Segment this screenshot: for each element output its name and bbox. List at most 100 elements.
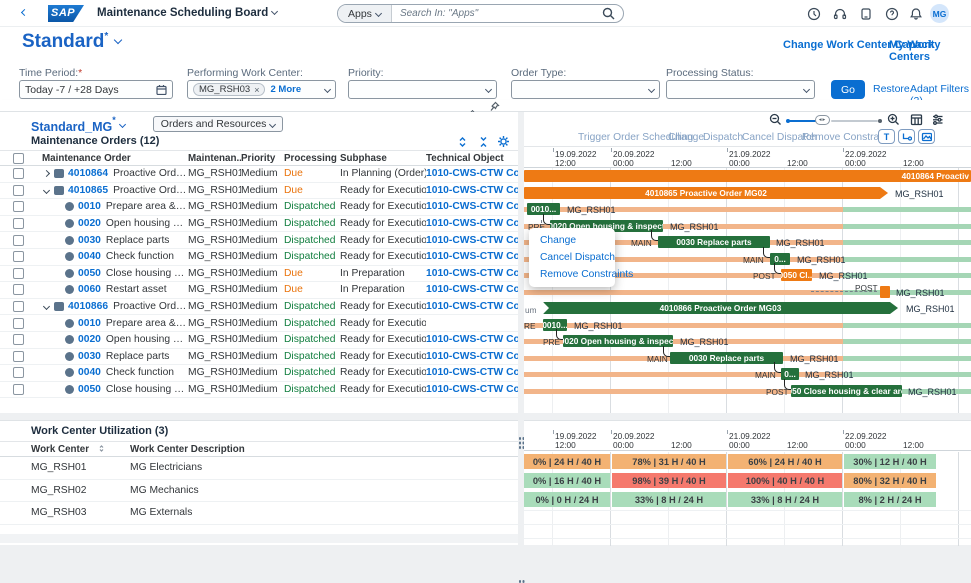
context-menu-item-remove-constraints[interactable]: Remove Constraints (529, 266, 615, 283)
gantt-settings-icon[interactable] (931, 113, 944, 129)
table-row[interactable]: 0050Close housing & clear area MG_RSH01M… (0, 266, 518, 283)
gantt-bar-operation[interactable]: 0010... (543, 319, 567, 331)
work-center-input[interactable]: MG_RSH03× 2 More (187, 80, 336, 99)
row-checkbox[interactable] (13, 351, 24, 362)
operation-number-link[interactable]: 0050 (78, 384, 101, 395)
technical-object-link[interactable]: 1010-CWS-CTW Cooli... (426, 235, 518, 246)
gantt-bar-order[interactable]: 4010866 Proactive Order MG03 (543, 302, 898, 314)
table-row[interactable]: MG_RSH02MG Mechanics (0, 480, 518, 503)
chevron-down-icon[interactable] (803, 86, 810, 93)
operation-number-link[interactable]: 0020 (78, 334, 101, 345)
gantt-bar-order[interactable]: 4010864 Proactiv (524, 170, 971, 182)
time-grid-icon[interactable] (910, 113, 923, 129)
operation-number-link[interactable]: 0030 (78, 235, 101, 246)
table-row[interactable]: MG_RSH01MG Electricians (0, 457, 518, 480)
row-checkbox[interactable] (13, 218, 24, 229)
table-row[interactable]: 0020Open housing & inspect MG_RSH01Mediu… (0, 332, 518, 349)
table-row[interactable]: 4010864Proactive Order MG01 MG_RSH01Medi… (0, 166, 518, 183)
table-row[interactable]: MG_RSH03MG Externals (0, 502, 518, 525)
wcu-scrollbar-track[interactable] (0, 534, 518, 543)
utilization-cell[interactable]: 100% | 40 H / 40 H (728, 473, 842, 488)
row-checkbox[interactable] (13, 284, 24, 295)
gantt-bar-operation[interactable]: 0050 Cl... (781, 269, 812, 281)
table-row[interactable]: 0040Check function MG_RSH01Medium Dispat… (0, 365, 518, 382)
operation-number-link[interactable]: 0040 (78, 367, 101, 378)
operation-number-link[interactable]: 0030 (78, 351, 101, 362)
row-checkbox[interactable] (13, 185, 24, 196)
technical-object-link[interactable]: 1010-CWS-CTW Cooli... (426, 334, 518, 345)
technical-object-link[interactable]: 1010-CWS-CTW Cooli... (426, 351, 518, 362)
operation-number-link[interactable]: 0060 (78, 284, 101, 295)
select-all-checkbox[interactable] (13, 153, 24, 164)
utilization-cell[interactable]: 33% | 8 H / 24 H (612, 492, 726, 507)
row-checkbox[interactable] (13, 251, 24, 262)
apps-selector[interactable]: Apps (338, 5, 392, 22)
technical-object-link[interactable]: 1010-CWS-CTW Cooli... (426, 367, 518, 378)
notifications-bell-icon[interactable] (908, 6, 924, 22)
horizontal-splitter-handle[interactable] (470, 405, 484, 409)
operation-number-link[interactable]: 0010 (78, 318, 101, 329)
technical-object-link[interactable]: 1010-CWS-CTW Cooli... (426, 251, 518, 262)
utilization-cell[interactable]: 98% | 39 H / 40 H (612, 473, 726, 488)
col-work-center[interactable]: Work Center (24, 444, 123, 455)
chevron-down-icon[interactable] (485, 86, 492, 93)
gantt-bar-operation[interactable]: 0030 Replace parts (658, 236, 770, 248)
table-row[interactable]: 0050Close housing & clear area MG_RSH01M… (0, 382, 518, 399)
technical-object-link[interactable]: 1010-CWS-CTW Cooli... (426, 201, 518, 212)
chevron-down-icon[interactable] (648, 86, 655, 93)
row-checkbox[interactable] (13, 384, 24, 395)
zoom-out-icon[interactable] (769, 113, 782, 129)
table-row[interactable]: 0030Replace parts MG_RSH01Medium Dispatc… (0, 349, 518, 366)
col-priority[interactable]: Priority (241, 153, 284, 164)
feedback-icon[interactable] (858, 6, 874, 22)
col-subphase[interactable]: Subphase (340, 153, 426, 164)
operation-number-link[interactable]: 0020 (78, 218, 101, 229)
col-maintenance[interactable]: Maintenan... (188, 153, 241, 164)
utilization-cell[interactable]: 80% | 32 H / 40 H (844, 473, 936, 488)
col-technical-object[interactable]: Technical Object (426, 153, 518, 164)
go-button[interactable]: Go (831, 80, 865, 99)
work-center-token[interactable]: MG_RSH03× (193, 83, 265, 96)
table-row[interactable]: 0020Open housing & inspect MG_RSH01Mediu… (0, 216, 518, 233)
gantt-bar-operation[interactable]: 0030 Replace parts (670, 352, 783, 364)
row-checkbox[interactable] (13, 235, 24, 246)
context-menu-item-cancel-dispatch[interactable]: Cancel Dispatch (529, 249, 615, 266)
col-processing[interactable]: Processing ... (284, 153, 340, 164)
restore-link[interactable]: Restore (873, 83, 910, 95)
context-menu-item-change[interactable]: Change (529, 232, 615, 249)
table-row[interactable]: 0010Prepare area & shut down … MG_RSH01M… (0, 315, 518, 332)
zoom-slider-track[interactable] (831, 120, 878, 122)
row-checkbox[interactable] (13, 168, 24, 179)
shell-search[interactable]: Apps Search In: "Apps" (337, 4, 624, 23)
search-icon[interactable] (602, 7, 615, 20)
technical-object-link[interactable]: 1010-CWS-CTW Cooli... (426, 218, 518, 229)
collapse-icon[interactable] (43, 303, 50, 310)
order-type-select[interactable] (511, 80, 660, 99)
technical-object-link[interactable]: 1010-CWS-CTW Cooli... (426, 185, 518, 196)
col-maintenance-order[interactable]: Maintenance Order (36, 153, 188, 164)
expand-rows-icon[interactable] (456, 135, 470, 149)
row-checkbox[interactable] (13, 201, 24, 212)
utilization-cell[interactable]: 33% | 8 H / 24 H (728, 492, 842, 507)
table-row[interactable]: 0030Replace parts MG_RSH01Medium Dispatc… (0, 232, 518, 249)
collapse-rows-icon[interactable] (477, 135, 491, 149)
chevron-down-icon[interactable] (119, 120, 126, 127)
zoom-in-icon[interactable] (887, 113, 900, 129)
order-number-link[interactable]: 4010866 (68, 301, 108, 312)
table-row[interactable]: 4010866Proactive Order MG03 MG_RSH01Medi… (0, 299, 518, 316)
technical-object-link[interactable]: 1010-CWS-CTW Cooli... (426, 384, 518, 395)
page-title[interactable]: Standard* (22, 31, 121, 53)
expand-icon[interactable] (43, 170, 50, 177)
help-icon[interactable] (884, 6, 900, 22)
utilization-cell[interactable]: 8% | 2 H / 24 H (844, 492, 936, 507)
show-dependencies-button[interactable] (898, 129, 915, 144)
panel-variant-title[interactable]: Standard_MG* (31, 115, 116, 134)
gantt-bar-operation[interactable]: 0020 Open housing & inspect (563, 335, 673, 347)
calendar-icon[interactable] (156, 84, 167, 95)
zoom-slider-handle[interactable] (815, 115, 830, 125)
splitter-grip-icon[interactable] (519, 580, 522, 583)
technical-object-link[interactable]: 1010-CWS-CTW Cooli... (426, 268, 518, 279)
utilization-cell[interactable]: 0% | 0 H / 24 H (524, 492, 610, 507)
collapse-icon[interactable] (43, 187, 50, 194)
gantt-bar-operation[interactable] (880, 286, 890, 298)
